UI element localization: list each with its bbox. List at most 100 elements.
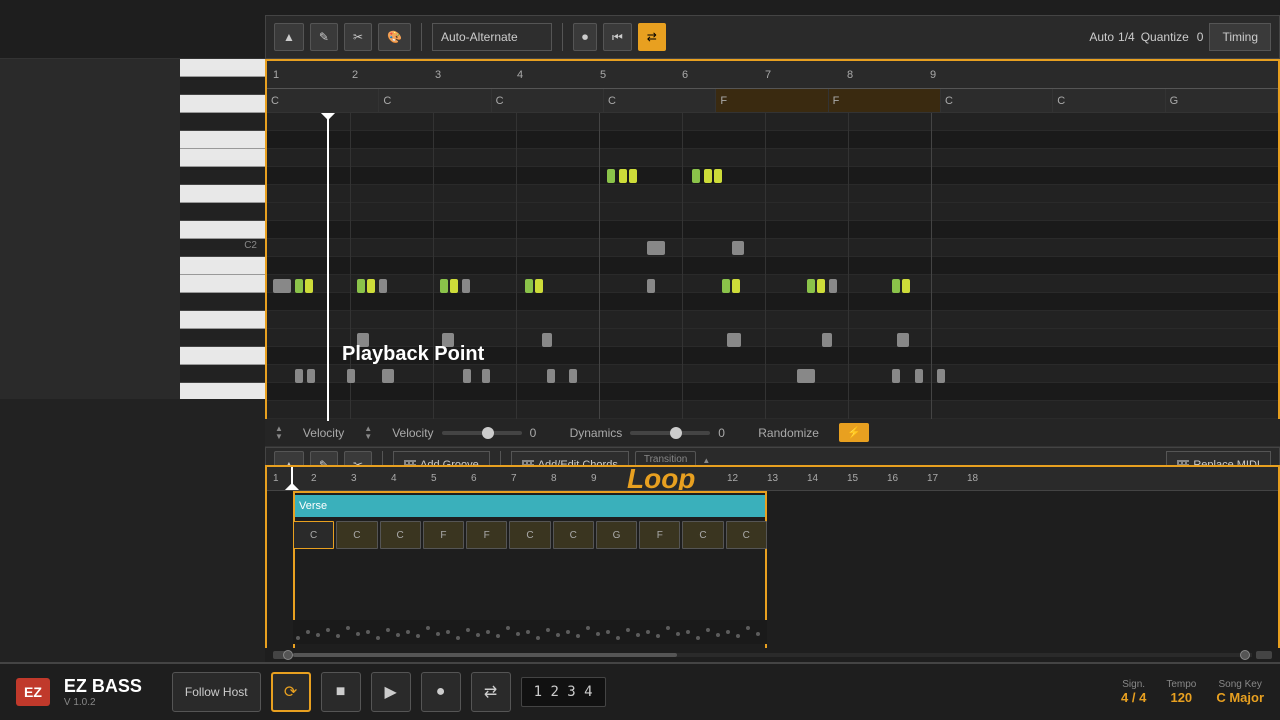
midi-btn[interactable]: ⇄ [471, 672, 511, 712]
tempo-info: Tempo 120 [1166, 679, 1196, 705]
rewind-btn[interactable]: ⏮ [603, 23, 632, 51]
velocity-arrows-2[interactable]: ▲ ▼ [364, 425, 372, 441]
chord-cell-7: C [941, 89, 1053, 112]
randomize-label: Randomize [758, 426, 819, 440]
loop-ruler-6: 6 [471, 473, 477, 484]
loop-ruler-16: 16 [887, 473, 898, 484]
chord-cell-8: C [1053, 89, 1165, 112]
ruler-5: 5 [600, 69, 606, 81]
chord-cell-1: C [267, 89, 379, 112]
mode-select[interactable]: Auto-Alternate [432, 23, 552, 51]
bass-name: EZ BASS [64, 676, 142, 697]
record-transport-btn[interactable]: ● [421, 672, 461, 712]
velocity-arrows[interactable]: ▲ ▼ [275, 425, 283, 441]
pointer-tool-btn[interactable]: ▲ [274, 23, 304, 51]
loop-ruler-3: 3 [351, 473, 357, 484]
toolbar-divider-1 [421, 23, 422, 51]
dynamics-thumb[interactable] [670, 427, 682, 439]
chord-cell-2: C [379, 89, 491, 112]
loop-velocity-dots [293, 620, 767, 644]
pencil-tool-btn[interactable]: ✎ [310, 23, 338, 51]
loop-section: 1 2 3 4 5 6 7 8 9 12 13 14 15 16 17 18 L… [265, 465, 1280, 660]
scroll-track[interactable] [293, 653, 1252, 657]
c2-label: C2 [244, 240, 257, 251]
ez-logo: EZ [16, 678, 50, 706]
time-display: 1 2 3 4 [521, 677, 606, 707]
ruler-4: 4 [517, 69, 523, 81]
scissors-tool-btn[interactable]: ✂ [344, 23, 372, 51]
chord-cell-5: F [716, 89, 828, 112]
chord-cell-6: F [829, 89, 941, 112]
velocity-value: 0 [530, 426, 550, 440]
bass-version: V 1.0.2 [64, 697, 142, 708]
transition-label: Transition [644, 454, 688, 465]
song-key-info: Song Key C Major [1216, 679, 1264, 705]
chord-cell-4: C [604, 89, 716, 112]
randomize-btn[interactable]: ⚡ [839, 423, 869, 442]
ruler-7: 7 [765, 69, 771, 81]
loop-mode-btn[interactable]: ⇄ [638, 23, 666, 51]
lc-cell-2: C [380, 521, 421, 549]
ruler-6: 6 [682, 69, 688, 81]
dynamics-control: Dynamics 0 [570, 426, 739, 440]
lc-cell-6: C [553, 521, 594, 549]
auto-section: Auto 1/4 [1089, 30, 1134, 44]
bottom-scrollbar [265, 648, 1280, 662]
stop-btn[interactable]: ■ [321, 672, 361, 712]
loop-ruler-17: 17 [927, 473, 938, 484]
dynamics-value: 0 [718, 426, 738, 440]
paint-tool-btn[interactable]: 🎨 [378, 23, 411, 51]
sign-value: 4 / 4 [1121, 690, 1146, 705]
song-key-value: C Major [1216, 690, 1264, 705]
scroll-thumb [293, 653, 677, 657]
loop-timeline: 1 2 3 4 5 6 7 8 9 12 13 14 15 16 17 18 L… [267, 467, 1278, 491]
record-btn[interactable]: ⏺ [573, 23, 597, 51]
loop-ruler-2: 2 [311, 473, 317, 484]
chord-row: C C C C F F C C G [267, 89, 1278, 113]
bass-title: EZ BASS V 1.0.2 [64, 676, 142, 708]
toolbar-divider-2 [562, 23, 563, 51]
song-key-label: Song Key [1218, 679, 1261, 690]
lc-cell-10: C [726, 521, 767, 549]
loop-ruler-13: 13 [767, 473, 778, 484]
dynamics-slider[interactable] [630, 431, 710, 435]
play-btn[interactable]: ▶ [371, 672, 411, 712]
lc-cell-9: C [682, 521, 723, 549]
velocity-label: Velocity [392, 426, 433, 440]
ruler-9: 9 [930, 69, 936, 81]
note-grid-area: Playback Point [267, 113, 1278, 421]
top-toolbar: ▲ ✎ ✂ 🎨 Auto-Alternate ⏺ ⏮ ⇄ Auto 1/4 Qu… [265, 15, 1280, 59]
timing-btn[interactable]: Timing [1209, 23, 1271, 51]
quantize-value: 0 [1197, 30, 1204, 44]
loop-ruler-12: 12 [727, 473, 738, 484]
loop-content: Verse C C C F F C C G F C C [267, 491, 1278, 658]
loop-chord-cells: C C C F F C C G F C C [293, 521, 767, 549]
scroll-right-btn[interactable] [1256, 651, 1272, 659]
auto-value: 1/4 [1118, 30, 1135, 44]
velocity-slider-control: Velocity 0 [392, 426, 549, 440]
velocity-slider[interactable] [442, 431, 522, 435]
dynamics-label: Dynamics [570, 426, 623, 440]
follow-host-btn[interactable]: Follow Host [172, 672, 261, 712]
vel-down-arrow[interactable]: ▼ [275, 433, 283, 441]
loop-ruler-7: 7 [511, 473, 517, 484]
velocity-left-label: Velocity [303, 426, 344, 440]
loop-ruler-1: 1 [273, 473, 279, 484]
quantize-label: Quantize [1141, 30, 1189, 44]
lc-cell-3: F [423, 521, 464, 549]
loop-ruler-4: 4 [391, 473, 397, 484]
ruler-2: 2 [352, 69, 358, 81]
zoom-control[interactable] [283, 650, 293, 660]
vel-down-2[interactable]: ▼ [364, 433, 372, 441]
velocity-controls: ▲ ▼ Velocity ▲ ▼ Velocity 0 Dynamics 0 R… [265, 419, 1280, 447]
sign-info: Sign. 4 / 4 [1121, 679, 1146, 705]
loop-ruler-8: 8 [551, 473, 557, 484]
playback-point-label: Playback Point [342, 343, 484, 366]
loop-transport-btn[interactable]: ⟳ [271, 672, 311, 712]
lc-cell-4: F [466, 521, 507, 549]
lc-cell-7: G [596, 521, 637, 549]
auto-label: Auto [1089, 30, 1114, 44]
app-container: C2 ▲ ✎ ✂ [0, 0, 1280, 720]
zoom-control-2[interactable] [1240, 650, 1250, 660]
velocity-thumb[interactable] [482, 427, 494, 439]
